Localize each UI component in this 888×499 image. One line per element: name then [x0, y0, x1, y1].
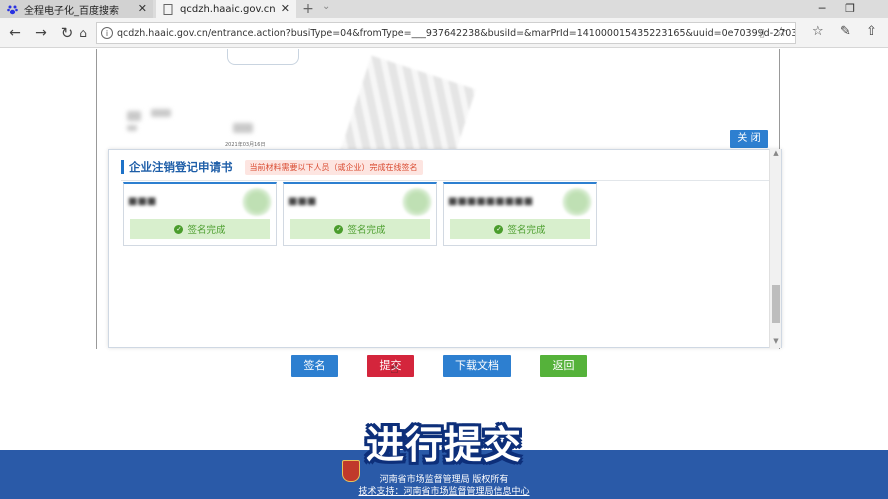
check-icon: ✓: [174, 224, 184, 234]
redacted-text: [127, 125, 137, 131]
panel-header: 企业注销登记申请书 当前材料需要以下人员（或企业）完成在线签名: [121, 158, 423, 176]
signer-name-redacted: ■■■■■■■■■: [448, 196, 534, 207]
tab-title: qcdzh.haaic.gov.cn: [180, 3, 276, 15]
url-text: qcdzh.haaic.gov.cn/entrance.action?busiT…: [117, 27, 796, 39]
pen-note-icon[interactable]: ✎: [840, 24, 851, 39]
check-icon: ✓: [494, 224, 504, 234]
status-label: 签名完成: [347, 225, 386, 236]
home-icon[interactable]: ⌂: [72, 22, 94, 44]
restore-icon[interactable]: ❐: [836, 0, 864, 18]
status-label: 签名完成: [507, 225, 546, 236]
forward-arrow-icon[interactable]: →: [30, 22, 52, 44]
navigation-bar: ← → ↻ ⌂ i qcdzh.haaic.gov.cn/entrance.ac…: [0, 18, 888, 48]
signature-panel: 企业注销登记申请书 当前材料需要以下人员（或企业）完成在线签名 ■■■ ✓ 签名…: [108, 149, 782, 348]
divider: [121, 180, 769, 181]
baidu-paw-icon: [6, 3, 18, 15]
tab-strip: 全程电子化_百度搜索 ✕ qcdzh.haaic.gov.cn ✕ + ⌄ ─ …: [0, 0, 888, 18]
close-button[interactable]: 关 闭: [730, 130, 768, 148]
tab-baidu-search[interactable]: 全程电子化_百度搜索 ✕: [0, 0, 153, 18]
signed-status: ✓ 签名完成: [450, 219, 590, 239]
signature-notice: 当前材料需要以下人员（或企业）完成在线签名: [244, 159, 423, 175]
reading-view-icon[interactable]: ▯: [759, 26, 765, 39]
back-arrow-icon[interactable]: ←: [4, 22, 26, 44]
document-date: 2021年03月16日: [225, 142, 266, 148]
signer-card[interactable]: ■■■■■■■■■ ✓ 签名完成: [443, 182, 597, 246]
signer-card[interactable]: ■■■ ✓ 签名完成: [123, 182, 277, 246]
close-tab-icon[interactable]: ✕: [138, 2, 147, 15]
signer-name-redacted: ■■■: [288, 196, 317, 207]
favorite-star-icon[interactable]: ☆: [775, 25, 787, 40]
seal-image: [240, 188, 274, 216]
page-viewport: 2021年03月16日 关 闭 企业注销登记申请书 当前材料需要以下人员（或企业…: [0, 49, 888, 450]
accent-bar: [121, 160, 124, 174]
tab-qcdzh[interactable]: qcdzh.haaic.gov.cn ✕: [156, 0, 296, 18]
minimize-icon[interactable]: ─: [808, 0, 836, 18]
signed-status: ✓ 签名完成: [130, 219, 270, 239]
info-icon[interactable]: i: [101, 27, 113, 39]
hand-cursor-icon: ☝: [390, 361, 399, 377]
tab-title: 全程电子化_百度搜索: [24, 5, 119, 17]
favorites-hub-icon[interactable]: ☆: [812, 24, 824, 39]
sign-button[interactable]: 签名: [291, 355, 338, 377]
redacted-signature: [233, 123, 253, 133]
back-button[interactable]: 返回: [540, 355, 587, 377]
document-stamp: [227, 49, 299, 65]
scroll-up-icon[interactable]: ▲: [770, 149, 782, 157]
signer-name-redacted: ■■■: [128, 196, 157, 207]
status-label: 签名完成: [187, 225, 226, 236]
panel-title: 企业注销登记申请书: [129, 160, 233, 174]
address-field[interactable]: i qcdzh.haaic.gov.cn/entrance.action?bus…: [96, 22, 796, 44]
video-caption: 进行提交: [365, 423, 522, 467]
signed-status: ✓ 签名完成: [290, 219, 430, 239]
scroll-thumb[interactable]: [772, 285, 780, 323]
redacted-text: [127, 111, 141, 121]
seal-image: [400, 188, 434, 216]
support-link[interactable]: 技术支持：河南省市场监督管理局信息中心: [0, 484, 888, 497]
panel-scrollbar[interactable]: ▲ ▼: [769, 149, 781, 348]
tab-list-chevron-icon[interactable]: ⌄: [322, 1, 330, 12]
new-tab-button[interactable]: +: [300, 0, 316, 18]
close-tab-icon[interactable]: ✕: [281, 2, 290, 15]
seal-image: [560, 188, 594, 216]
download-document-button[interactable]: 下载文档: [443, 355, 511, 377]
check-icon: ✓: [334, 224, 344, 234]
signer-card[interactable]: ■■■ ✓ 签名完成: [283, 182, 437, 246]
scroll-down-icon[interactable]: ▼: [770, 337, 782, 345]
redacted-text: [151, 109, 171, 117]
page-icon: [162, 3, 174, 15]
share-icon[interactable]: ⇧: [866, 24, 877, 39]
